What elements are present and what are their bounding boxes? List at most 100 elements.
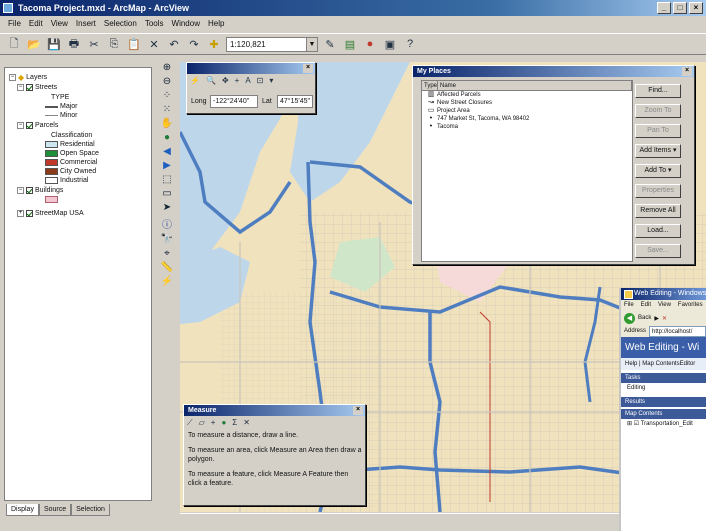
browser-menu-favorites[interactable]: Favorites (678, 300, 703, 310)
callout-icon[interactable]: ⊡ (257, 76, 264, 85)
select-features-icon[interactable]: ⬚ (162, 174, 171, 185)
clear-icon[interactable]: ✕ (243, 418, 250, 428)
menu-window[interactable]: Window (172, 17, 200, 31)
collapse-icon[interactable]: − (17, 187, 24, 194)
pan-to-button[interactable]: Pan To (635, 124, 681, 138)
zoom-in-icon[interactable]: ⊕ (163, 62, 171, 73)
menu-edit[interactable]: Edit (29, 17, 43, 31)
expand-icon[interactable]: + (17, 210, 24, 217)
toc-layer-buildings[interactable]: − Buildings (17, 186, 63, 195)
hyperlink-icon[interactable]: ⚡ (161, 276, 173, 287)
map-scale-field[interactable]: 1:120,821 ▼ (226, 36, 318, 52)
paste-icon[interactable]: 📋 (126, 36, 142, 52)
add-items-button[interactable]: Add Items ▾ (635, 144, 681, 158)
cut-icon[interactable]: ✂ (86, 36, 102, 52)
catalog-icon[interactable]: ● (362, 36, 378, 52)
back-arrow-icon[interactable]: ◀ (624, 312, 635, 324)
remove-all-button[interactable]: Remove All (635, 204, 681, 218)
add-point-icon[interactable]: + (235, 76, 240, 85)
flash-icon[interactable]: ⚡ (190, 76, 200, 85)
select-elements-icon[interactable]: ➤ (163, 202, 171, 213)
collapse-icon[interactable]: − (17, 84, 24, 91)
goto-xy-icon[interactable]: ⌖ (164, 248, 170, 259)
back-button-label[interactable]: Back (638, 315, 651, 321)
expand-icon[interactable]: ⊞ (627, 421, 632, 427)
measure-feature-icon[interactable]: + (211, 418, 216, 428)
close-icon[interactable]: × (303, 64, 313, 73)
layer-visibility-checkbox[interactable] (26, 187, 33, 194)
save-icon[interactable]: 💾 (46, 36, 62, 52)
map-contents-section-header[interactable]: Map Contents (621, 409, 706, 419)
fixed-zoom-in-icon[interactable]: ⁘ (163, 90, 171, 101)
minimize-button[interactable]: _ (657, 2, 671, 14)
whats-this-icon[interactable]: ? (402, 36, 418, 52)
fixed-zoom-out-icon[interactable]: ⁙ (163, 104, 171, 115)
new-icon[interactable]: 🗋 (6, 36, 22, 52)
save-button[interactable]: Save... (635, 244, 681, 258)
units-icon[interactable]: Σ (232, 418, 237, 428)
results-section-header[interactable]: Results (621, 397, 706, 407)
column-name[interactable]: Name (438, 81, 632, 90)
tab-selection[interactable]: Selection (71, 504, 110, 516)
zoom-out-icon[interactable]: ⊖ (163, 76, 171, 87)
measure-icon[interactable]: 📏 (161, 262, 173, 273)
layer-checkbox[interactable]: ☑ (634, 421, 639, 427)
latitude-field[interactable]: 47°15'45" (277, 95, 313, 108)
browser-menu-edit[interactable]: Edit (641, 300, 651, 310)
tasks-section-header[interactable]: Tasks (621, 373, 706, 383)
list-item[interactable]: ↝ New Street Closures (422, 99, 632, 107)
menu-help[interactable]: Help (208, 17, 224, 31)
collapse-icon[interactable]: − (17, 122, 24, 129)
label-icon[interactable]: A (245, 76, 250, 85)
toolbox-icon[interactable]: ▣ (382, 36, 398, 52)
identify-icon[interactable]: ⓘ (162, 216, 172, 231)
close-button[interactable]: × (689, 2, 703, 14)
print-icon[interactable]: 🖶 (66, 36, 82, 52)
menu-selection[interactable]: Selection (104, 17, 137, 31)
pan-icon[interactable]: ✋ (161, 118, 173, 129)
layer-visibility-checkbox[interactable] (26, 84, 33, 91)
tab-source[interactable]: Source (38, 504, 72, 516)
show-total-icon[interactable]: ● (221, 418, 226, 428)
clear-selection-icon[interactable]: ▭ (162, 188, 171, 199)
toc-layer-streets[interactable]: − Streets (17, 83, 57, 92)
my-places-list[interactable]: Type Name ▥ Affected Parcels ↝ New Street … (421, 80, 633, 262)
browser-menu-view[interactable]: View (658, 300, 671, 310)
find-icon[interactable]: 🔭 (161, 234, 173, 245)
undo-icon[interactable]: ↶ (166, 36, 182, 52)
list-item[interactable]: • Tacoma (422, 123, 632, 131)
delete-icon[interactable]: ✕ (146, 36, 162, 52)
find-button[interactable]: Find... (635, 84, 681, 98)
back-extent-icon[interactable]: ◀ (163, 146, 171, 157)
toc-layer-streetmap[interactable]: + StreetMap USA (17, 209, 84, 218)
help-links[interactable]: Help | Map ContentsEditor (621, 358, 706, 370)
zoom-to-icon[interactable]: 🔍 (206, 76, 216, 85)
tab-display[interactable]: Display (6, 504, 39, 516)
menu-view[interactable]: View (51, 17, 68, 31)
measure-area-icon[interactable]: ▱ (199, 418, 205, 428)
zoom-to-button[interactable]: Zoom To (635, 104, 681, 118)
column-type[interactable]: Type (422, 81, 438, 90)
editing-task-link[interactable]: Editing (621, 383, 706, 394)
address-field[interactable]: http://localhost/ (649, 326, 706, 337)
redo-icon[interactable]: ↷ (186, 36, 202, 52)
list-item[interactable]: ▭ Project Area (422, 107, 632, 115)
chevron-down-icon[interactable]: ▼ (306, 37, 317, 51)
list-item[interactable]: ▥ Affected Parcels (422, 91, 632, 99)
layer-visibility-checkbox[interactable] (26, 210, 33, 217)
units-icon[interactable]: ▾ (269, 76, 273, 85)
load-button[interactable]: Load... (635, 224, 681, 238)
stop-icon[interactable]: ✕ (662, 315, 667, 322)
collapse-icon[interactable]: − (9, 74, 16, 81)
menu-file[interactable]: File (8, 17, 21, 31)
measure-line-icon[interactable]: ⟋ (187, 418, 193, 428)
pan-to-icon[interactable]: ✥ (222, 76, 229, 85)
close-icon[interactable]: × (682, 67, 692, 76)
browser-menu-file[interactable]: File (624, 300, 634, 310)
editor-toolbar-icon[interactable]: ✎ (322, 36, 338, 52)
open-icon[interactable]: 📂 (26, 36, 42, 52)
menu-insert[interactable]: Insert (76, 17, 96, 31)
add-to-button[interactable]: Add To ▾ (635, 164, 681, 178)
list-item[interactable]: • 747 Market St, Tacoma, WA 98402 (422, 115, 632, 123)
longitude-field[interactable]: -122°24'40" (210, 95, 258, 108)
